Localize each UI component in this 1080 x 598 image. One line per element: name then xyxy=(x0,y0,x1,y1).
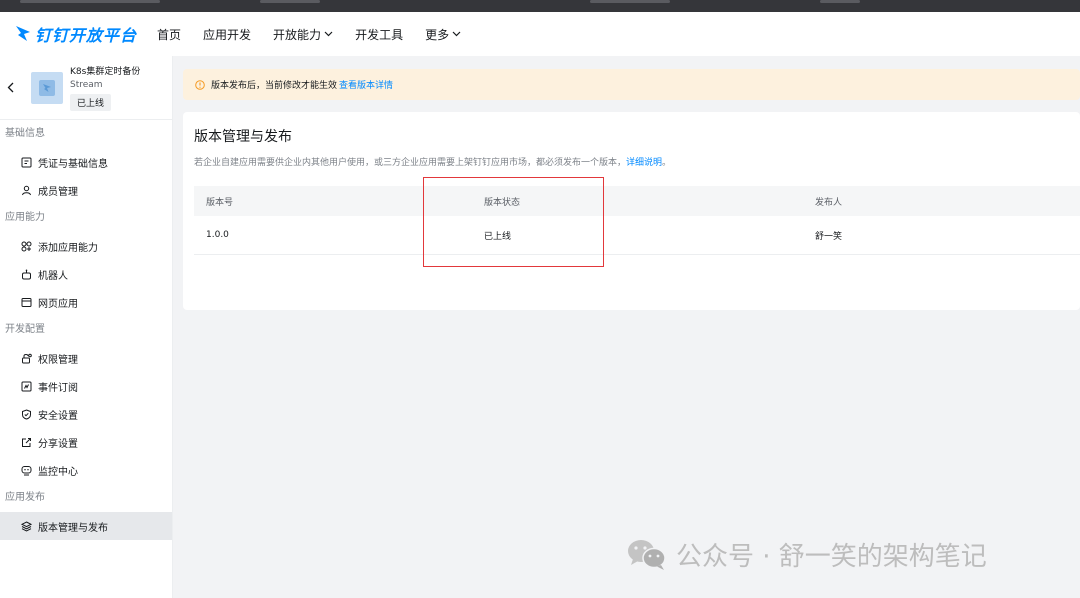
nav-home-label: 首页 xyxy=(157,27,182,42)
view-version-details-link[interactable]: 查看版本详情 xyxy=(339,78,393,91)
nav-dev-tools[interactable]: 开发工具 xyxy=(355,26,403,43)
sidebar-item-event-subscription[interactable]: 事件订阅 xyxy=(0,372,172,400)
nav-app-development[interactable]: 应用开发 xyxy=(203,26,251,43)
sidebar-item-label: 凭证与基础信息 xyxy=(38,158,108,170)
brand-name: 钉钉开放平台 xyxy=(35,26,138,45)
nav-open-capabilities-label: 开放能力 xyxy=(273,27,322,42)
sidebar-item-version-management[interactable]: 版本管理与发布 xyxy=(0,512,172,540)
sidebar-item-label: 添加应用能力 xyxy=(38,242,98,254)
description-text: 若企业自建应用需要供企业内其他用户使用，或三方企业应用需要上架钉钉应用市场，都必… xyxy=(194,158,627,168)
sidebar-item-label: 机器人 xyxy=(38,270,68,282)
nav-more[interactable]: 更多 xyxy=(425,26,461,43)
dingtalk-logo-icon xyxy=(16,26,30,41)
share-icon xyxy=(20,436,32,448)
browser-window-icon xyxy=(20,296,32,308)
robot-icon xyxy=(20,268,32,280)
notice-text: 版本发布后，当前修改才能生效 xyxy=(211,81,338,91)
sidebar-item-label: 权限管理 xyxy=(38,354,78,366)
shield-icon xyxy=(20,408,32,420)
person-icon xyxy=(20,184,32,196)
details-link[interactable]: 详细说明 xyxy=(626,158,662,168)
sidebar-item-add-capability[interactable]: 添加应用能力 xyxy=(0,232,172,260)
app-status-badge: 已上线 xyxy=(70,94,112,111)
monitor-icon xyxy=(20,464,32,476)
app-subtitle: Stream xyxy=(70,80,103,90)
section-title-dev-config: 开发配置 xyxy=(5,324,45,335)
table-row[interactable]: 1.0.0 已上线 舒一笑 xyxy=(194,216,1080,255)
chevron-down-icon xyxy=(324,31,333,37)
nav-open-capabilities[interactable]: 开放能力 xyxy=(273,26,333,43)
description-end: 。 xyxy=(662,158,672,168)
section-title-app-release: 应用发布 xyxy=(5,492,45,503)
layers-icon xyxy=(20,520,32,532)
sidebar-item-monitoring[interactable]: 监控中心 xyxy=(0,456,172,484)
app-logo-icon xyxy=(39,80,55,96)
sidebar-item-robot[interactable]: 机器人 xyxy=(0,260,172,288)
grid-add-icon xyxy=(20,240,32,252)
sidebar-item-security[interactable]: 安全设置 xyxy=(0,400,172,428)
nav-home[interactable]: 首页 xyxy=(157,26,181,43)
sidebar-item-label: 版本管理与发布 xyxy=(38,522,108,534)
chevron-left-icon xyxy=(7,82,13,92)
nav-app-development-label: 应用开发 xyxy=(203,27,252,42)
nav-more-label: 更多 xyxy=(425,27,450,42)
section-title-basic-info: 基础信息 xyxy=(5,128,45,139)
watermark: 公众号 · 舒一笑的架构笔记 xyxy=(626,536,987,573)
credential-icon xyxy=(20,156,32,168)
cell-publisher: 舒一笑 xyxy=(815,231,843,242)
app-name: K8s集群定时备份 xyxy=(70,67,141,77)
sidebar-item-permissions[interactable]: 权限管理 xyxy=(0,344,172,372)
chevron-down-icon xyxy=(452,31,461,37)
sidebar-item-web-app[interactable]: 网页应用 xyxy=(0,288,172,316)
nav-dev-tools-label: 开发工具 xyxy=(355,27,404,42)
watermark-text: 公众号 · 舒一笑的架构笔记 xyxy=(676,542,987,572)
column-header-version: 版本号 xyxy=(206,197,234,208)
section-title-app-capabilities: 应用能力 xyxy=(5,212,45,223)
top-navigation-bar: 钉钉开放平台 首页 应用开发 开放能力 开发工具 更多 xyxy=(0,12,1080,56)
sidebar-item-credentials[interactable]: 凭证与基础信息 xyxy=(0,148,172,176)
sidebar-item-label: 监控中心 xyxy=(38,466,78,478)
sidebar-item-label: 成员管理 xyxy=(38,186,78,198)
lock-icon xyxy=(20,352,32,364)
sidebar: K8s集群定时备份 Stream 已上线 基础信息 凭证与基础信息 成员管理 应… xyxy=(0,56,173,598)
sidebar-item-share-settings[interactable]: 分享设置 xyxy=(0,428,172,456)
sidebar-item-label: 分享设置 xyxy=(38,438,78,450)
wechat-icon xyxy=(628,539,666,570)
back-button[interactable] xyxy=(4,80,16,94)
table-header: 版本号 版本状态 发布人 xyxy=(194,186,1080,216)
notice-banner: 版本发布后，当前修改才能生效 查看版本详情 xyxy=(183,69,1080,100)
app-header: K8s集群定时备份 Stream 已上线 xyxy=(0,56,172,120)
sidebar-item-label: 事件订阅 xyxy=(38,382,78,394)
highlight-annotation-box xyxy=(423,177,604,267)
warning-icon xyxy=(195,79,205,90)
event-icon xyxy=(20,380,32,392)
app-avatar xyxy=(31,72,63,104)
column-header-publisher: 发布人 xyxy=(815,197,843,208)
cell-version: 1.0.0 xyxy=(206,230,229,240)
page-title: 版本管理与发布 xyxy=(194,129,292,145)
page-description: 若企业自建应用需要供企业内其他用户使用，或三方企业应用需要上架钉钉应用市场，都必… xyxy=(194,155,671,168)
browser-toolbar-strip xyxy=(0,0,1080,12)
brand-logo[interactable]: 钉钉开放平台 xyxy=(14,22,137,46)
version-management-card: 版本管理与发布 若企业自建应用需要供企业内其他用户使用，或三方企业应用需要上架钉… xyxy=(183,112,1080,310)
sidebar-item-label: 安全设置 xyxy=(38,410,78,422)
sidebar-item-label: 网页应用 xyxy=(38,298,78,310)
sidebar-item-members[interactable]: 成员管理 xyxy=(0,176,172,204)
